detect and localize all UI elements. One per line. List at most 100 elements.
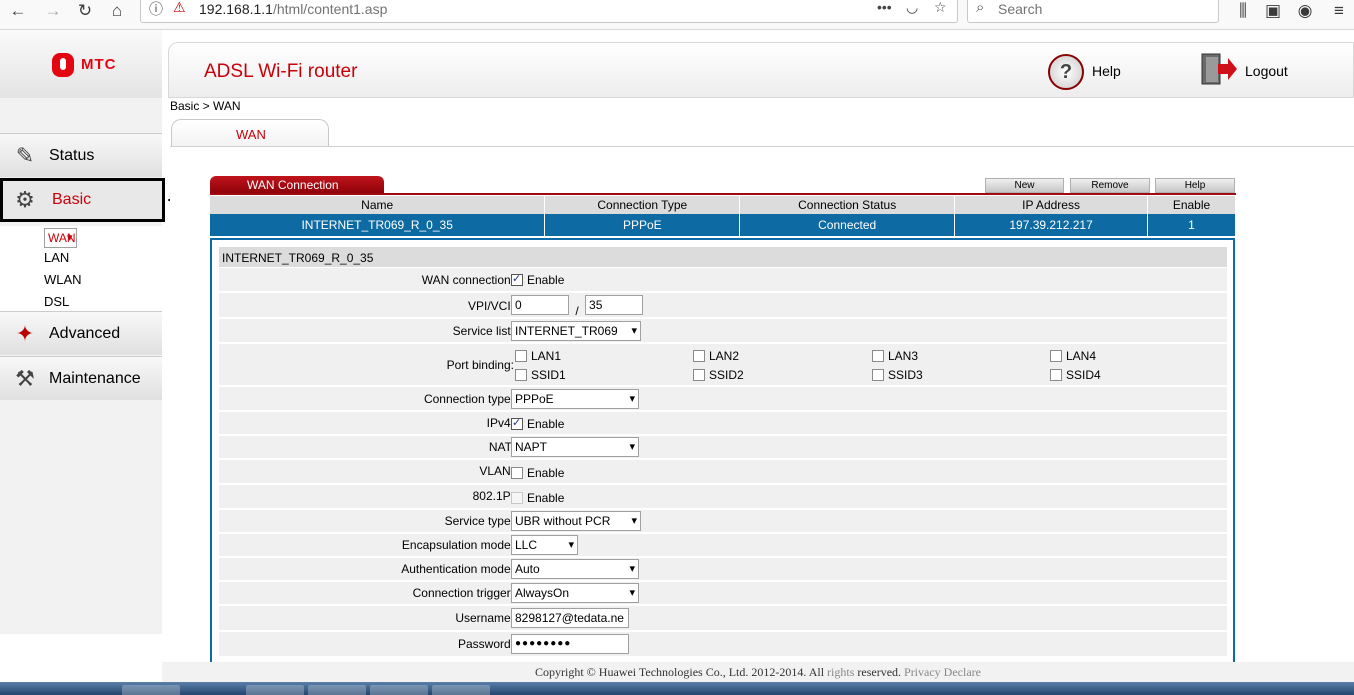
tab-wan[interactable]: WAN: [171, 119, 329, 146]
dot1p-row: 802.1P: Enable: [219, 485, 1227, 509]
back-icon[interactable]: ←: [5, 0, 31, 22]
search-placeholder: Search: [998, 1, 1043, 17]
dot1p-enable-checkbox[interactable]: [511, 492, 523, 504]
nat-select[interactable]: NAPT: [511, 437, 639, 457]
service-type-select[interactable]: UBR without PCR: [511, 511, 641, 531]
username-row: Username: 8298127@tedata.ne: [219, 606, 1227, 631]
forward-icon[interactable]: →: [40, 0, 66, 22]
ssid1-checkbox[interactable]: [515, 369, 527, 381]
ssid3-checkbox[interactable]: [872, 369, 884, 381]
vci-input[interactable]: 35: [585, 295, 644, 315]
table-cell: INTERNET_TR069_R_0_35: [210, 214, 546, 236]
password-input[interactable]: ●●●●●●●●: [511, 634, 629, 654]
search-bar[interactable]: ⌕ Search: [967, 0, 1219, 23]
taskbar-button[interactable]: [432, 685, 490, 695]
lan4-checkbox[interactable]: [1050, 350, 1062, 362]
lan1-checkbox[interactable]: [515, 350, 527, 362]
wan-enable-checkbox[interactable]: [511, 272, 523, 286]
column-header: Connection Type: [544, 196, 741, 214]
ssid2-checkbox[interactable]: [693, 369, 705, 381]
panel-help-button[interactable]: Help: [1155, 178, 1235, 193]
help-icon[interactable]: ?: [1048, 54, 1084, 90]
product-title: ADSL Wi-Fi router: [204, 61, 358, 82]
logout-link[interactable]: Logout: [1245, 63, 1288, 79]
help-link[interactable]: Help: [1092, 63, 1121, 79]
gear-icon: ⚙: [15, 187, 35, 212]
search-icon: ⌕: [976, 0, 985, 16]
service-list-select[interactable]: INTERNET_TR069: [511, 321, 641, 341]
url-text: 192.168.1.1/html/content1.asp: [199, 1, 388, 17]
header-bar: ADSL Wi-Fi router ? Help Logout: [168, 42, 1354, 98]
connection-trigger-select[interactable]: AlwaysOn: [511, 583, 639, 603]
pocket-icon[interactable]: ◡: [906, 0, 918, 16]
ssid4-checkbox[interactable]: [1050, 369, 1062, 381]
logout-icon[interactable]: [1200, 52, 1238, 86]
submenu-item-lan[interactable]: LAN: [44, 250, 69, 265]
basic-submenu: [0, 226, 162, 314]
auth-mode-select[interactable]: Auto: [511, 559, 639, 579]
submenu-item-dsl[interactable]: DSL: [44, 294, 69, 309]
info-icon[interactable]: ⓘ: [149, 0, 163, 19]
panel-title: WAN Connection: [210, 176, 384, 194]
vpivci-row: VPI/VCI: 0 / 35: [219, 293, 1227, 318]
privacy-link[interactable]: Privacy Declare: [904, 665, 981, 679]
reload-icon[interactable]: ↻: [72, 0, 98, 22]
home-icon[interactable]: ⌂: [104, 0, 130, 22]
left-sidebar: МТС ✎ Status ⚙ Basic WAN LAN WLAN DSL ✦ …: [0, 30, 165, 634]
sidebar-item-basic[interactable]: ⚙ Basic: [0, 178, 165, 222]
username-input[interactable]: 8298127@tedata.ne: [511, 608, 629, 628]
mts-logo: МТС: [0, 30, 162, 98]
table-cell: Connected: [739, 214, 956, 236]
insecure-lock-icon[interactable]: ⚠: [173, 0, 186, 16]
os-taskbar: [0, 682, 1354, 695]
library-icon[interactable]: ⫼: [1230, 0, 1256, 22]
account-icon[interactable]: ◉: [1292, 0, 1318, 22]
vlan-row: VLAN: Enable: [219, 460, 1227, 484]
address-bar[interactable]: ⓘ ⚠ 192.168.1.1/html/content1.asp ••• ◡ …: [140, 0, 958, 23]
breadcrumb: Basic > WAN: [170, 99, 241, 113]
new-button[interactable]: New: [985, 178, 1064, 193]
encapsulation-select[interactable]: LLC: [511, 535, 578, 555]
connection-detail-form: INTERNET_TR069_R_0_35 WAN connection: En…: [210, 238, 1235, 662]
auth-mode-row: Authentication mode: Auto: [219, 558, 1227, 581]
column-header: Name: [210, 196, 546, 214]
column-header: Enable: [1147, 196, 1236, 214]
sidebar-item-maintenance[interactable]: ⚒ Maintenance: [0, 356, 162, 400]
mts-egg-icon: [52, 53, 74, 77]
remove-button[interactable]: Remove: [1070, 178, 1150, 193]
port-binding-row: Port binding: LAN1 LAN2 LAN3 LAN4 SSID1 …: [219, 344, 1227, 386]
detail-title: INTERNET_TR069_R_0_35: [219, 247, 1227, 267]
vpi-input[interactable]: 0: [511, 295, 569, 315]
table-header-row: Name Connection Type Connection Status I…: [210, 196, 1236, 214]
page-actions-icon[interactable]: •••: [877, 0, 892, 15]
sidebar-item-status[interactable]: ✎ Status: [0, 133, 162, 177]
taskbar-button[interactable]: [122, 685, 180, 695]
ipv4-enable-checkbox[interactable]: [511, 416, 523, 430]
sidebar-item-advanced[interactable]: ✦ Advanced: [0, 311, 162, 355]
table-row[interactable]: INTERNET_TR069_R_0_35 PPPoE Connected 19…: [210, 214, 1236, 236]
nat-row: NAT: NAPT: [219, 436, 1227, 459]
connection-type-select[interactable]: PPPoE: [511, 389, 639, 409]
taskbar-button[interactable]: [308, 685, 366, 695]
status-icon: ✎: [15, 143, 35, 168]
menu-icon[interactable]: ≡: [1326, 0, 1352, 22]
connection-trigger-row: Connection trigger: AlwaysOn: [219, 582, 1227, 605]
sidebar-toggle-icon[interactable]: ▣: [1260, 0, 1286, 22]
taskbar-button[interactable]: [246, 685, 304, 695]
service-type-row: Service type: UBR without PCR: [219, 510, 1227, 533]
column-header: IP Address: [954, 196, 1149, 214]
submenu-item-wlan[interactable]: WLAN: [44, 272, 82, 287]
password-row: Password: ●●●●●●●●: [219, 632, 1227, 657]
advanced-icon: ✦: [15, 321, 35, 346]
encapsulation-row: Encapsulation mode: LLC: [219, 534, 1227, 557]
ipv4-row: IPv4: Enable: [219, 412, 1227, 435]
bookmark-star-icon[interactable]: ☆: [934, 0, 947, 16]
submenu-item-wan[interactable]: WAN: [44, 228, 77, 248]
lan2-checkbox[interactable]: [693, 350, 705, 362]
wan-connections-table: Name Connection Type Connection Status I…: [210, 196, 1236, 236]
taskbar-button[interactable]: [370, 685, 428, 695]
panel-divider: [210, 193, 1236, 195]
table-cell: 1: [1147, 214, 1236, 236]
lan3-checkbox[interactable]: [872, 350, 884, 362]
vlan-enable-checkbox[interactable]: [511, 467, 523, 479]
